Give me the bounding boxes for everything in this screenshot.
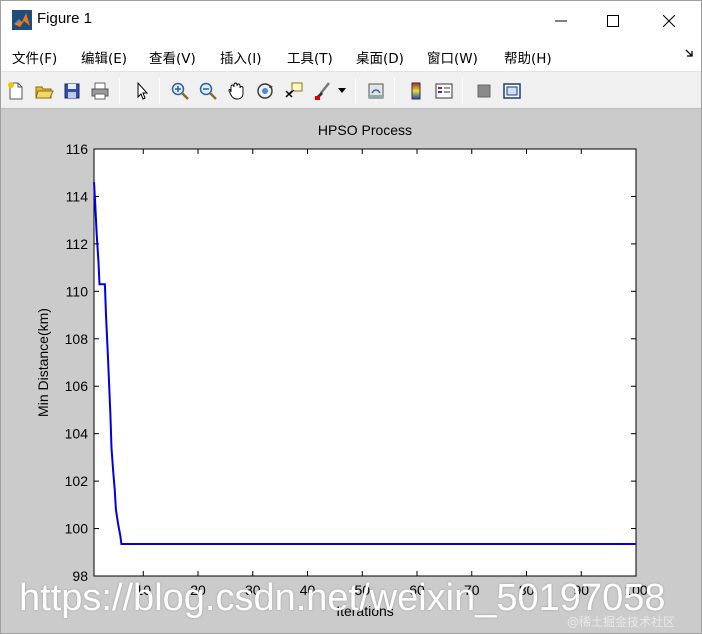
- y-axis-label: Min Distance(km): [35, 308, 51, 417]
- menu-desktop[interactable]: 桌面(D): [356, 47, 404, 67]
- y-tick-label: 100: [65, 521, 89, 537]
- y-tick-label: 102: [65, 473, 89, 489]
- show-plot-tools-icon: [503, 83, 521, 99]
- line-chart: HPSO Process Iterations Min Distance(km)…: [35, 122, 648, 619]
- y-tick-label: 116: [66, 141, 89, 157]
- menu-bar: 文件(F) 编辑(E) 查看(V) 插入(I) 工具(T) 桌面(D) 窗口(W…: [1, 41, 701, 71]
- figure-canvas[interactable]: HPSO Process Iterations Min Distance(km)…: [1, 109, 701, 633]
- zoom-out-icon: [199, 82, 217, 100]
- pan-button[interactable]: [224, 79, 248, 103]
- menu-window[interactable]: 窗口(W): [427, 47, 478, 67]
- show-plot-tools-button[interactable]: [500, 79, 524, 103]
- toolbar-separator: [394, 78, 395, 104]
- window-title: Figure 1: [37, 10, 93, 27]
- print-icon: [91, 82, 109, 100]
- new-file-button[interactable]: [4, 79, 28, 103]
- y-tick-label: 106: [65, 378, 89, 394]
- zoom-in-button[interactable]: [168, 79, 192, 103]
- maximize-icon: [607, 15, 619, 27]
- colorbar-icon: [411, 82, 421, 100]
- matlab-logo-icon: [12, 10, 32, 30]
- toolbar-separator: [462, 78, 463, 104]
- zoom-out-button[interactable]: [196, 79, 220, 103]
- brush-dropdown[interactable]: [335, 79, 349, 103]
- y-tick-label: 112: [66, 236, 89, 252]
- open-file-button[interactable]: [32, 79, 56, 103]
- dock-arrow-icon[interactable]: [685, 48, 695, 58]
- figure-window: Figure 1 文件(F) 编辑(E) 查看(V) 插入(I) 工具(T) 桌…: [0, 0, 702, 634]
- menu-tools[interactable]: 工具(T): [287, 47, 333, 67]
- chevron-down-icon: [338, 88, 346, 93]
- minimize-button[interactable]: [535, 1, 587, 41]
- toolbar-separator: [119, 78, 120, 104]
- hide-plot-tools-button[interactable]: [472, 79, 496, 103]
- hide-plot-tools-icon: [477, 84, 491, 98]
- figure-toolbar: [1, 71, 701, 109]
- toolbar-separator: [159, 78, 160, 104]
- print-button[interactable]: [88, 79, 112, 103]
- menu-insert[interactable]: 插入(I): [220, 47, 262, 67]
- maximize-button[interactable]: [587, 1, 639, 41]
- close-button[interactable]: [643, 1, 695, 41]
- watermark-credit: @稀土掘金技术社区: [567, 615, 676, 629]
- data-cursor-button[interactable]: [282, 79, 306, 103]
- title-bar[interactable]: Figure 1: [1, 1, 701, 41]
- y-tick-label: 114: [66, 188, 89, 204]
- chart-title: HPSO Process: [318, 122, 412, 138]
- close-icon: [663, 15, 675, 27]
- menu-help[interactable]: 帮助(H): [504, 47, 552, 67]
- menu-edit[interactable]: 编辑(E): [81, 47, 127, 67]
- y-tick-label: 108: [65, 331, 89, 347]
- brush-icon: [315, 82, 330, 100]
- menu-view[interactable]: 查看(V): [149, 47, 196, 67]
- brush-button[interactable]: [311, 79, 335, 103]
- open-folder-icon: [35, 86, 54, 99]
- colorbar-button[interactable]: [404, 79, 428, 103]
- menu-file[interactable]: 文件(F): [12, 47, 57, 67]
- link-plot-button[interactable]: [364, 79, 388, 103]
- link-plot-icon: [368, 83, 384, 99]
- rotate-button[interactable]: [253, 79, 277, 103]
- save-icon: [64, 83, 80, 99]
- edit-plot-button[interactable]: [130, 79, 154, 103]
- minimize-icon: [555, 20, 567, 22]
- rotate-3d-icon: [257, 83, 273, 99]
- legend-button[interactable]: [432, 79, 456, 103]
- save-button[interactable]: [60, 79, 84, 103]
- legend-icon: [435, 83, 453, 99]
- new-file-icon: [8, 82, 23, 100]
- y-tick-label: 110: [66, 283, 89, 299]
- pan-hand-icon: [228, 82, 244, 100]
- axes-box: [93, 148, 637, 577]
- zoom-in-icon: [171, 82, 189, 100]
- data-cursor-icon: [285, 82, 303, 98]
- pointer-icon: [137, 81, 149, 100]
- y-tick-label: 104: [65, 426, 89, 442]
- toolbar-separator: [355, 78, 356, 104]
